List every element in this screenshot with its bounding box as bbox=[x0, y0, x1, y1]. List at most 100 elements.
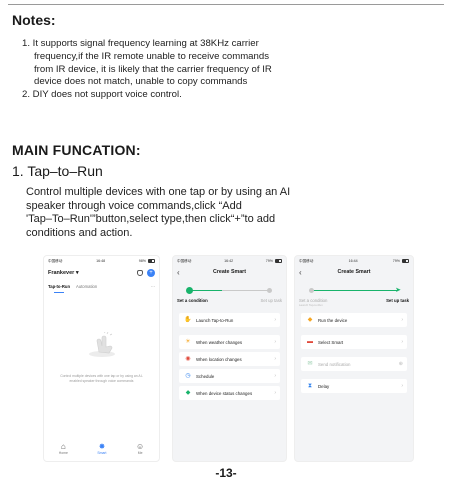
step-arrow-icon: ➤ bbox=[395, 287, 401, 294]
condition-label: Launch Tap-to-Run bbox=[196, 317, 234, 323]
me-icon: ☺ bbox=[136, 442, 145, 451]
carrier-label: 中国移动 bbox=[299, 258, 314, 263]
condition-item[interactable]: ◉ When location changes › bbox=[179, 352, 280, 366]
battery-icon bbox=[147, 259, 155, 263]
active-tab-underline bbox=[54, 292, 64, 293]
hand-icon: ✋ bbox=[184, 316, 192, 323]
main-function-title: MAIN FUNCATION: bbox=[12, 142, 141, 158]
notes-body: 1. It supports signal frequency learning… bbox=[22, 38, 442, 102]
task-label: Run the device bbox=[318, 317, 348, 323]
task-item[interactable]: ✉ Send notification ⊕ bbox=[301, 357, 407, 371]
hourglass-icon: ⧗ bbox=[307, 382, 313, 389]
step-dot-active bbox=[186, 287, 193, 294]
notes-line-1: 1. It supports signal frequency learning… bbox=[22, 38, 259, 49]
smart-icon: ✸ bbox=[98, 442, 106, 451]
status-time: 16:44 bbox=[348, 259, 358, 263]
screenshot-create-smart-task: 中国移动 16:44 79% ‹ Create Smart ➤ Set a co… bbox=[294, 255, 414, 462]
info-icon: ⊕ bbox=[398, 361, 403, 367]
smart-tabs: Tap-to-Run Automation ··· bbox=[44, 280, 159, 292]
description-line-4: conditions and action. bbox=[26, 226, 133, 239]
microphone-icon[interactable] bbox=[137, 270, 143, 276]
notes-line-5: 2. DIY does not support voice control. bbox=[22, 89, 182, 101]
task-item[interactable]: ▬ Select Smart › bbox=[301, 335, 407, 349]
home-header: Frankever ▾ + bbox=[44, 266, 159, 280]
more-icon[interactable]: ··· bbox=[151, 284, 155, 289]
task-item[interactable]: ⧗ Delay › bbox=[301, 379, 407, 393]
step-task: Set up task bbox=[386, 298, 409, 303]
step-condition-sub: Launch Tap-to-Run bbox=[299, 303, 323, 307]
home-selector[interactable]: Frankever ▾ bbox=[48, 270, 79, 276]
status-bar: 中国移动 16:42 79% bbox=[173, 256, 286, 266]
notes-title: Notes: bbox=[12, 12, 56, 28]
tap-to-run-description: Control multiple devices with one tap or… bbox=[26, 186, 436, 240]
step-progress bbox=[183, 286, 276, 296]
tap-to-run-heading: 1. Tap–to–Run bbox=[12, 163, 103, 179]
description-line-1: Control multiple devices with one tap or… bbox=[26, 186, 291, 198]
sun-icon: ☀ bbox=[185, 338, 191, 345]
condition-item[interactable]: ☀ When weather changes › bbox=[179, 335, 280, 349]
page-number: -13- bbox=[215, 466, 237, 480]
description-line-3: 'Tap–To–Run'”button,select type,then cli… bbox=[26, 213, 276, 225]
nav-smart[interactable]: ✸ Smart bbox=[97, 442, 106, 455]
step-dot-inactive bbox=[267, 288, 272, 293]
step-condition: Set a condition Launch Tap-to-Run bbox=[299, 298, 328, 307]
chevron-right-icon: › bbox=[401, 383, 403, 389]
add-icon[interactable]: + bbox=[147, 269, 155, 277]
task-label: Send notification bbox=[318, 361, 351, 367]
task-label: Select Smart bbox=[318, 339, 344, 345]
nav-bar: ‹ Create Smart bbox=[295, 266, 413, 280]
screen-title: Create Smart bbox=[337, 269, 371, 275]
condition-label: When device status changes bbox=[196, 390, 253, 396]
condition-item[interactable]: ✋ Launch Tap-to-Run › bbox=[179, 313, 280, 327]
top-rule bbox=[8, 4, 444, 5]
battery-text: 79% bbox=[392, 259, 400, 263]
nav-bar: ‹ Create Smart bbox=[173, 266, 286, 280]
task-label: Delay bbox=[318, 383, 330, 389]
step-task: Set up task bbox=[260, 298, 283, 303]
carrier-label: 中国移动 bbox=[48, 258, 63, 263]
description-line-2: speaker through voice commands,click “Ad… bbox=[26, 199, 242, 212]
condition-label: When location changes bbox=[196, 356, 242, 362]
battery-text: 79% bbox=[265, 259, 273, 263]
notes-line-2: frequency,if the IR remote unable to rec… bbox=[34, 50, 269, 62]
battery-icon bbox=[274, 259, 282, 263]
status-time: 16:48 bbox=[96, 259, 106, 263]
status-bar: 中国移动 16:44 79% bbox=[295, 256, 413, 266]
chevron-right-icon: › bbox=[401, 339, 403, 345]
nav-me[interactable]: ☺ Me bbox=[136, 442, 144, 455]
step-labels: Set a condition Launch Tap-to-Run Set up … bbox=[295, 298, 413, 307]
notes-line-4: device does not match, unable to copy co… bbox=[34, 76, 248, 88]
condition-label: Schedule bbox=[196, 373, 215, 379]
chevron-right-icon: › bbox=[401, 317, 403, 323]
screenshot-create-smart-condition: 中国移动 16:42 79% ‹ Create Smart Set a cond… bbox=[172, 255, 287, 462]
device-icon: ◆ bbox=[185, 389, 191, 396]
location-pin-icon: ◉ bbox=[185, 355, 191, 362]
task-item[interactable]: ◆ Run the device › bbox=[301, 313, 407, 327]
chevron-right-icon: › bbox=[274, 390, 276, 396]
condition-item[interactable]: ◆ When device status changes › bbox=[179, 386, 280, 400]
step-progress: ➤ bbox=[305, 286, 403, 296]
condition-label: When weather changes bbox=[196, 339, 243, 345]
tab-tap-to-run[interactable]: Tap-to-Run bbox=[48, 284, 70, 289]
chevron-right-icon: › bbox=[274, 339, 276, 345]
screenshot-smart-home: 中国移动 16:48 98% Frankever ▾ + Tap-to-Run … bbox=[43, 255, 160, 462]
tap-illustration-icon bbox=[88, 332, 115, 357]
empty-state-text: Control multiple devices with one tap or… bbox=[60, 374, 143, 383]
carrier-label: 中国移动 bbox=[177, 258, 192, 263]
scene-icon: ▬ bbox=[307, 338, 313, 345]
device-icon: ◆ bbox=[307, 316, 313, 323]
notification-icon: ✉ bbox=[307, 360, 313, 367]
home-icon: ⌂ bbox=[60, 442, 66, 451]
status-bar: 中国移动 16:48 98% bbox=[44, 256, 159, 266]
chevron-right-icon: › bbox=[274, 356, 276, 362]
tab-automation[interactable]: Automation bbox=[76, 284, 97, 289]
chevron-right-icon: › bbox=[274, 317, 276, 323]
condition-item[interactable]: ◷ Schedule › bbox=[179, 369, 280, 383]
bottom-nav: ⌂ Home ✸ Smart ☺ Me bbox=[44, 442, 159, 455]
status-time: 16:42 bbox=[224, 259, 234, 263]
chevron-right-icon: › bbox=[274, 373, 276, 379]
step-dot-inactive bbox=[309, 288, 314, 293]
battery-text: 98% bbox=[138, 259, 146, 263]
nav-home[interactable]: ⌂ Home bbox=[59, 442, 68, 455]
battery-icon bbox=[401, 259, 409, 263]
